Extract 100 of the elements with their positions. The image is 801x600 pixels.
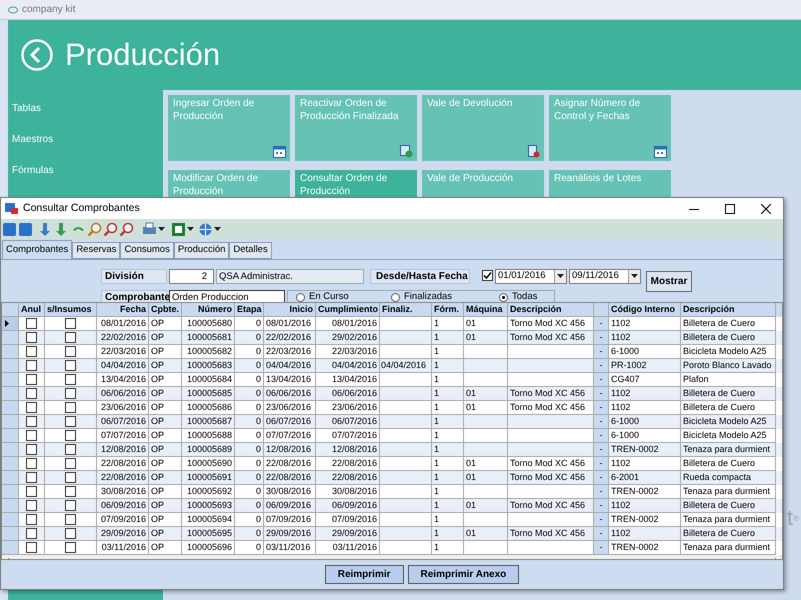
field-label: División [101, 268, 167, 284]
lookup-button[interactable]: - [594, 457, 609, 471]
printer-icon[interactable] [142, 222, 157, 236]
calendar-icon [273, 145, 286, 158]
page-heading: Producción [65, 36, 220, 74]
tile-label: Vale de Devolución [427, 97, 514, 110]
checkbox[interactable] [26, 458, 37, 469]
tab[interactable]: Comprobantes [2, 240, 72, 259]
checkbox[interactable] [26, 542, 37, 553]
forward-icon[interactable] [18, 222, 33, 236]
app-logo-icon [8, 6, 18, 14]
date-from-field[interactable]: 01/01/2016 [495, 268, 567, 284]
division-code-field[interactable]: 2 [169, 268, 214, 284]
checkbox[interactable] [65, 346, 76, 357]
checkbox[interactable] [26, 500, 37, 511]
checkbox[interactable] [26, 486, 37, 497]
checkbox[interactable] [65, 318, 76, 329]
dialog-title: Consultar Comprobantes [23, 200, 141, 216]
tab[interactable]: Consumos [120, 242, 174, 259]
back-icon[interactable] [21, 39, 53, 71]
checkbox[interactable] [26, 472, 37, 483]
tab[interactable]: Detalles [229, 242, 272, 259]
checkbox[interactable] [26, 430, 37, 441]
caret-icon[interactable] [158, 227, 165, 231]
caret-icon[interactable] [187, 227, 194, 231]
lookup-button[interactable]: - [594, 541, 609, 555]
tile-label: Asignar Número de Control y Fechas [554, 97, 642, 123]
radio-button[interactable] [391, 293, 400, 302]
checkbox[interactable] [26, 332, 37, 343]
checkbox[interactable] [26, 444, 37, 455]
lookup-button[interactable]: - [594, 527, 609, 541]
row-selector[interactable] [2, 317, 19, 330]
radio-button[interactable] [296, 293, 305, 302]
tile-label: Consultar Orden de Producción [300, 172, 388, 198]
lookup-button[interactable]: - [594, 345, 609, 359]
radio-button[interactable] [499, 293, 508, 302]
lookup-button[interactable]: - [594, 359, 609, 373]
date-to-field[interactable]: 09/11/2016 [569, 268, 641, 284]
back-icon[interactable] [2, 222, 17, 236]
reprint-button[interactable]: Reimprimir [324, 565, 404, 584]
checkbox[interactable] [65, 388, 76, 399]
lookup-button[interactable]: - [594, 331, 609, 345]
checkbox[interactable] [65, 402, 76, 413]
search-icon[interactable] [87, 222, 102, 236]
lookup-button[interactable]: - [594, 471, 609, 485]
lookup-button[interactable]: - [594, 387, 609, 401]
document-refresh-icon [400, 145, 413, 158]
date-checkbox[interactable] [482, 270, 493, 281]
checkbox[interactable] [65, 360, 76, 371]
caret-icon[interactable] [214, 227, 221, 231]
checkbox[interactable] [65, 332, 76, 343]
lookup-button[interactable]: - [594, 415, 609, 429]
search-icon[interactable] [119, 222, 134, 236]
show-button[interactable]: Mostrar [646, 271, 692, 292]
checkbox[interactable] [26, 402, 37, 413]
checkbox[interactable] [26, 416, 37, 427]
checkbox[interactable] [65, 500, 76, 511]
checkbox[interactable] [65, 472, 76, 483]
spreadsheet-icon[interactable] [171, 222, 186, 236]
tile-label: Vale de Producción [427, 172, 514, 185]
tab[interactable]: Reservas [72, 242, 120, 259]
checkbox[interactable] [65, 528, 76, 539]
checkbox[interactable] [65, 514, 76, 525]
checkbox[interactable] [65, 486, 76, 497]
lookup-button[interactable]: - [594, 443, 609, 457]
checkbox[interactable] [65, 416, 76, 427]
tab[interactable]: Producción [174, 242, 230, 259]
checkbox[interactable] [26, 388, 37, 399]
checkbox[interactable] [65, 430, 76, 441]
document-remove-icon [527, 145, 540, 158]
lookup-button[interactable]: - [594, 373, 609, 387]
caret-icon[interactable] [557, 274, 564, 278]
lookup-button[interactable]: - [594, 513, 609, 527]
checkbox[interactable] [26, 360, 37, 371]
radio-label: Finalizadas [404, 290, 452, 304]
checkbox[interactable] [65, 444, 76, 455]
search-icon[interactable] [103, 222, 118, 236]
maximize-icon[interactable] [725, 204, 735, 214]
checkbox[interactable] [26, 374, 37, 385]
tile-label: Reactivar Orden de Producción Finalizada [300, 97, 400, 123]
globe-icon[interactable] [198, 222, 213, 236]
lookup-button[interactable]: - [594, 499, 609, 513]
reprint-button[interactable]: Reimprimir Anexo [408, 565, 520, 584]
row-pointer-icon [5, 320, 9, 327]
checkbox[interactable] [26, 528, 37, 539]
radio-label: Todas [512, 290, 538, 304]
checkbox[interactable] [26, 346, 37, 357]
window-icon [5, 203, 18, 214]
lookup-button[interactable]: - [594, 429, 609, 443]
lookup-button[interactable]: - [594, 485, 609, 499]
checkbox[interactable] [65, 458, 76, 469]
checkbox[interactable] [26, 318, 37, 329]
caret-icon[interactable] [631, 274, 638, 278]
checkbox[interactable] [65, 374, 76, 385]
lookup-button[interactable]: - [594, 317, 609, 331]
checkbox[interactable] [26, 514, 37, 525]
close-icon[interactable] [761, 204, 771, 214]
lookup-button[interactable]: - [594, 401, 609, 415]
checkbox[interactable] [65, 542, 76, 553]
tile-label: Modificar Orden de Producción [173, 172, 260, 198]
